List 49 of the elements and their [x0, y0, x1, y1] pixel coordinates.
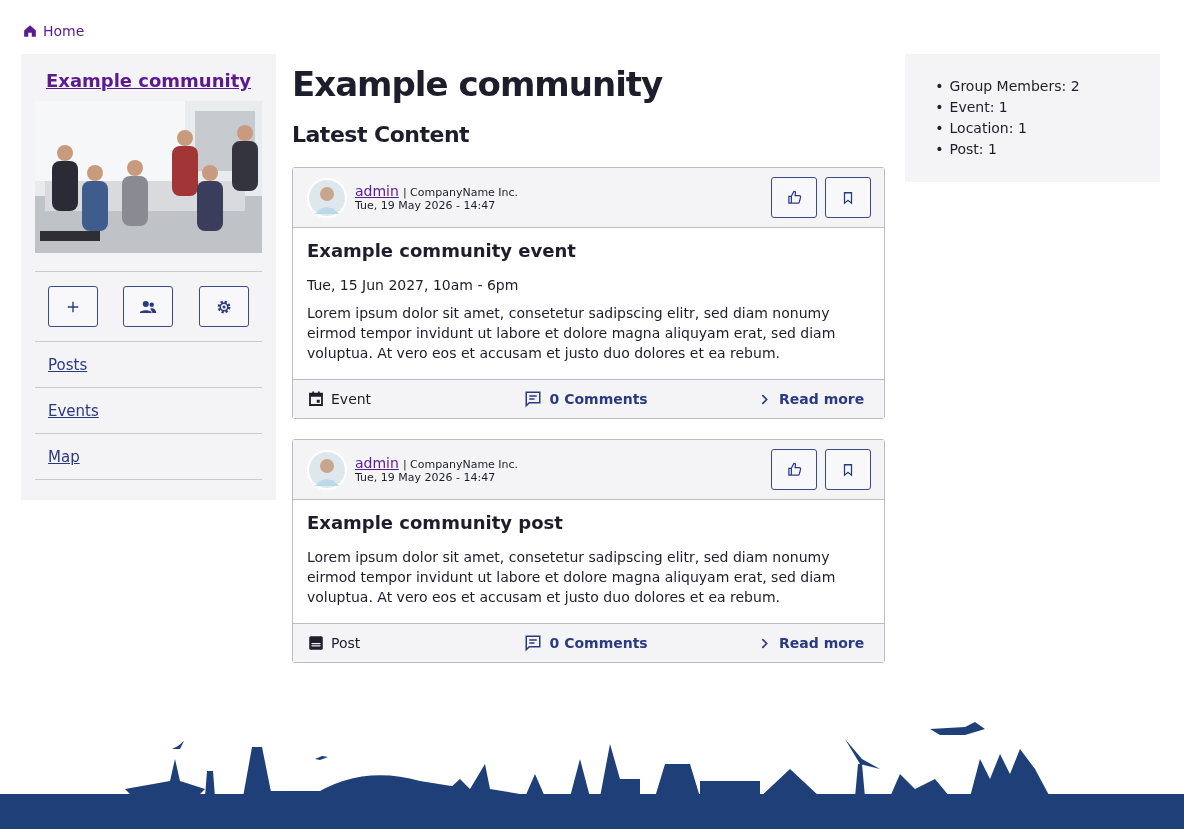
comment-icon [523, 634, 542, 652]
company-name: | CompanyName Inc. [402, 186, 519, 199]
home-link[interactable]: Home [0, 0, 1184, 44]
author-link[interactable]: admin [355, 183, 399, 199]
author-link[interactable]: admin [355, 455, 399, 471]
post-excerpt: Lorem ipsum dolor sit amet, consetetur sadipscing elitr, sed diam nonumy eirmod tempor invidunt ut labore et dolore magna aliquyam erat, sed diam voluptua. At vero eos et accusam et justo duo dolores et ea rebum. [307, 304, 837, 363]
sidebar-link[interactable]: Events [35, 388, 262, 434]
stat-item: Group Members: 2 [949, 77, 1080, 96]
bullet: • [935, 119, 944, 138]
like-button[interactable] [771, 449, 818, 490]
comment-icon [523, 390, 542, 408]
sidebar-link[interactable]: Posts [35, 342, 262, 388]
comments-link[interactable]: 0 Comments [523, 390, 648, 408]
event-date: Tue, 15 Jun 2027, 10am - 6pm [307, 276, 520, 295]
company-name: | CompanyName Inc. [402, 458, 519, 471]
thumbs-up-icon [786, 462, 802, 477]
community-link[interactable]: Example community [35, 70, 262, 91]
read-more-link[interactable]: Read more [758, 391, 865, 407]
section-heading: Latest Content [292, 122, 471, 147]
sidebar-link[interactable]: Map [35, 434, 262, 480]
like-button[interactable] [771, 177, 818, 218]
comments-link[interactable]: 0 Comments [523, 634, 648, 652]
home-icon [23, 24, 37, 38]
bookmark-button[interactable] [825, 177, 872, 218]
page-title: Example community [292, 64, 664, 104]
avatar [307, 449, 347, 490]
stat-item: Post: 1 [949, 140, 997, 159]
post-title: Example community event [307, 240, 577, 261]
document-icon [307, 634, 325, 652]
bookmark-button[interactable] [825, 449, 872, 490]
stat-item: Location: 1 [949, 119, 1027, 138]
post-title: Example community post [307, 512, 564, 533]
stat-item: Event: 1 [949, 98, 1008, 117]
bullet: • [935, 77, 944, 96]
read-more-link[interactable]: Read more [758, 635, 865, 651]
content-type: Post [331, 635, 361, 651]
members-button[interactable] [123, 286, 174, 327]
add-button[interactable] [47, 286, 98, 327]
avatar [307, 177, 347, 218]
post-excerpt: Lorem ipsum dolor sit amet, consetetur sadipscing elitr, sed diam nonumy eirmod tempor invidunt ut labore et dolore magna aliquyam erat, sed diam voluptua. At vero eos et accusam et justo duo dolores et ea rebum. [307, 548, 837, 607]
post-date: Tue, 19 May 2026 - 14:47 [355, 471, 497, 484]
bullet: • [935, 140, 944, 159]
post-date: Tue, 19 May 2026 - 14:47 [355, 199, 497, 212]
calendar-icon [307, 390, 325, 408]
settings-button[interactable] [199, 286, 250, 327]
plus-icon [65, 299, 80, 314]
bullet: • [935, 98, 944, 117]
thumbs-up-icon [786, 190, 802, 205]
content-type: Event [331, 391, 372, 407]
